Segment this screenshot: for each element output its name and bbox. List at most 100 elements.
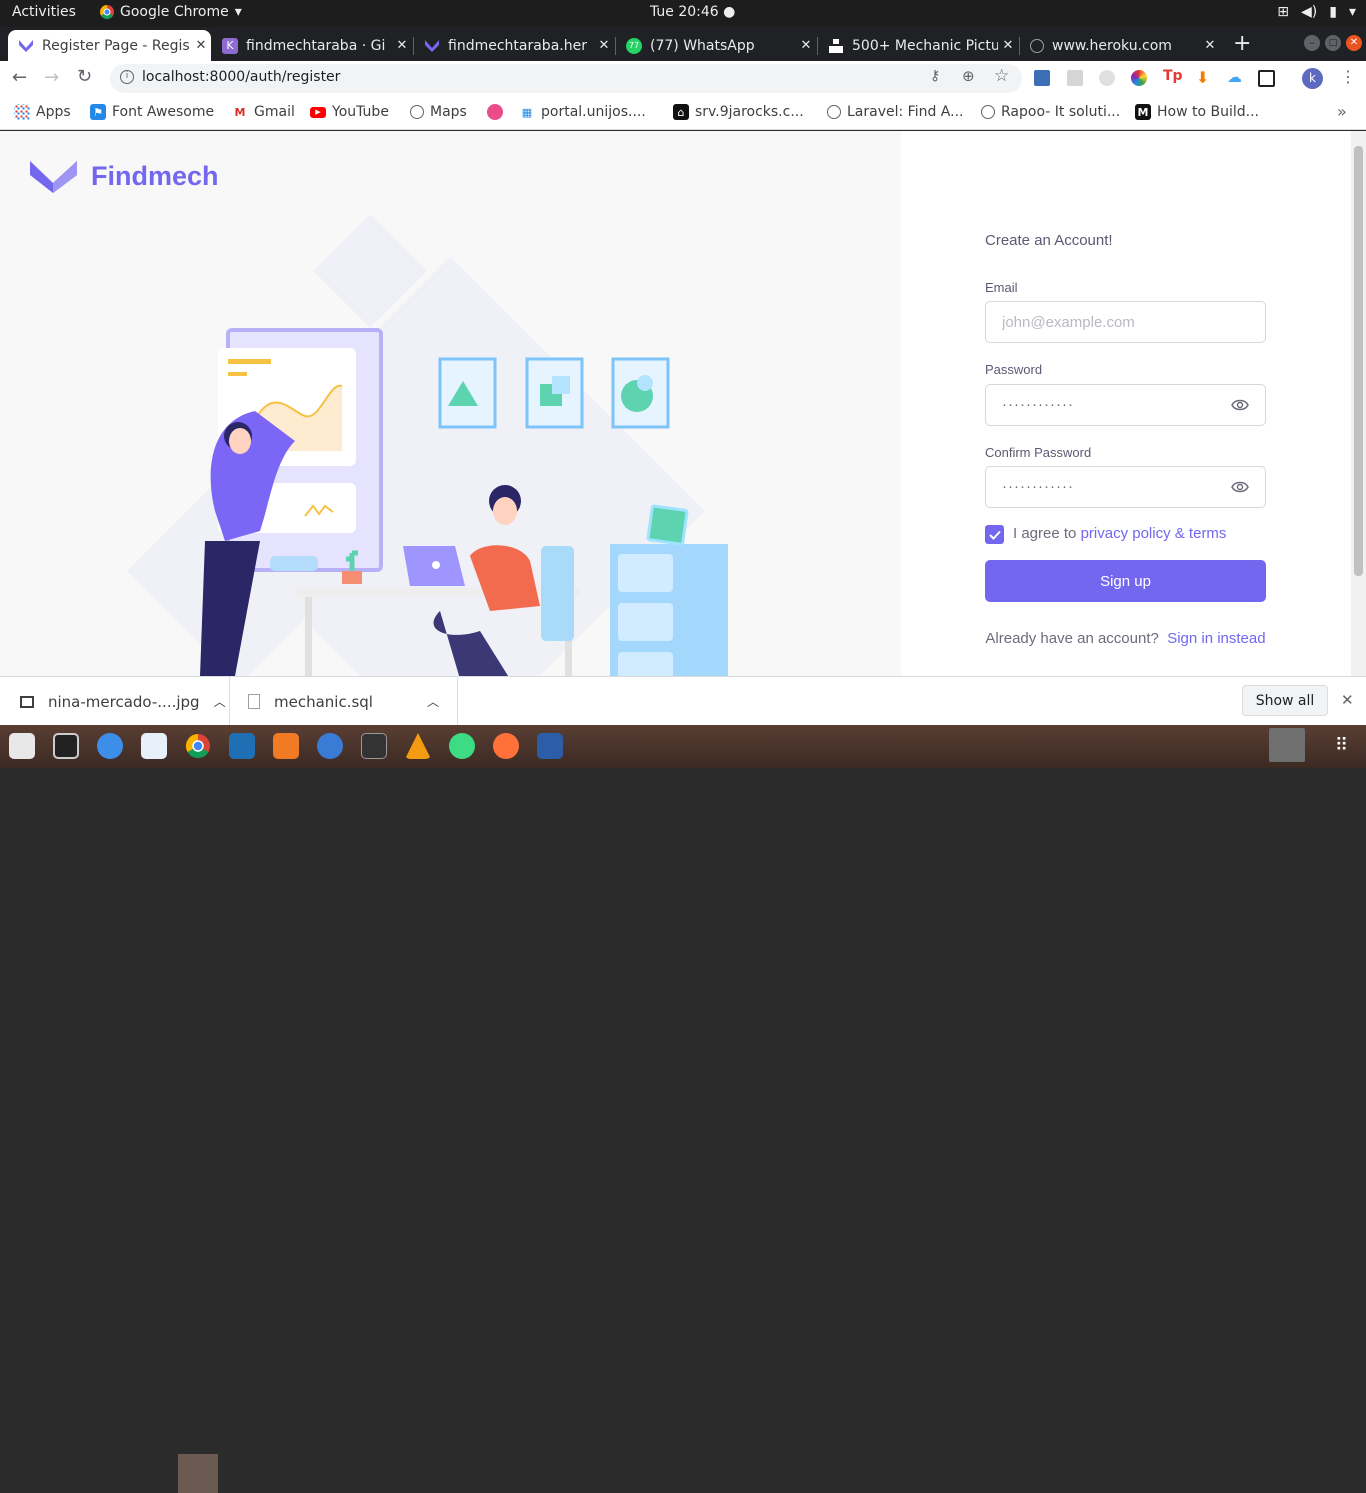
portal-icon: ▦ [521, 105, 533, 119]
chevron-up-icon[interactable]: ︿ [214, 693, 226, 710]
show-applications-icon[interactable]: ⠿ [1335, 735, 1348, 756]
maximize-button[interactable]: □ [1325, 35, 1341, 51]
globe-icon [1030, 38, 1044, 53]
close-icon[interactable]: ✕ [1200, 38, 1220, 53]
tab-register-page[interactable]: Register Page - Regis ✕ [8, 30, 211, 61]
address-bar[interactable]: i localhost:8000/auth/register ⚷ ⊕ ☆ [110, 64, 1022, 93]
new-tab-button[interactable]: + [1233, 31, 1251, 56]
tab-github[interactable]: K findmechtaraba · Gi ✕ [212, 30, 412, 61]
bookmark-srv-9jarocks[interactable]: ⌂ srv.9jarocks.c... [673, 104, 804, 120]
back-arrow-icon[interactable]: ← [12, 67, 27, 88]
kebab-menu-icon[interactable]: ⋮ [1340, 67, 1356, 86]
vlc-icon[interactable] [405, 733, 431, 759]
sign-up-button[interactable]: Sign up [985, 560, 1266, 602]
illustration-pane: Findmech [0, 131, 901, 676]
workspace-switcher[interactable] [1269, 728, 1305, 762]
close-icon[interactable]: ✕ [796, 38, 816, 53]
document-file-icon [248, 694, 260, 709]
tp-extension-icon[interactable]: Tp [1163, 68, 1183, 84]
download-item[interactable]: nina-mercado-....jpg ︿ [0, 677, 230, 726]
color-picker-extension-icon[interactable] [1131, 70, 1147, 86]
terminal-icon[interactable] [361, 733, 387, 759]
bookmark-rapoo[interactable]: Rapoo- It soluti... [981, 104, 1120, 120]
bookmark-portal-unijos[interactable]: ▦ portal.unijos.... [519, 104, 646, 120]
download-extension-icon[interactable]: ⬇ [1196, 68, 1209, 87]
forward-arrow-icon[interactable]: → [44, 67, 59, 88]
help-icon[interactable] [317, 733, 343, 759]
info-icon[interactable]: i [120, 70, 134, 84]
android-studio-icon[interactable] [449, 733, 475, 759]
system-tray[interactable]: ⊞ ◀) ▮ ▾ [1277, 4, 1356, 20]
close-icon[interactable]: ✕ [1341, 691, 1354, 709]
check-icon [988, 530, 1001, 540]
bookmark-how-to-build[interactable]: M How to Build... [1135, 104, 1259, 120]
tab-heroku[interactable]: www.heroku.com ✕ [1020, 30, 1220, 61]
firefox-icon[interactable] [493, 733, 519, 759]
bookmark-maps[interactable]: Maps [410, 104, 467, 120]
youtube-icon: ▶ [310, 106, 326, 118]
thunderbird-icon[interactable] [97, 733, 123, 759]
vscode-icon[interactable] [229, 733, 255, 759]
app-menu[interactable]: Google Chrome ▾ [100, 4, 242, 20]
confirm-password-mask: ············ [1002, 478, 1074, 495]
email-input[interactable] [985, 301, 1266, 343]
software-center-icon[interactable] [273, 733, 299, 759]
tab-whatsapp[interactable]: 77 (77) WhatsApp ✕ [616, 30, 816, 61]
form-title: Create an Account! [985, 232, 1113, 249]
bookmark-dribbble[interactable] [487, 104, 503, 120]
terms-checkbox[interactable] [985, 525, 1004, 544]
privacy-terms-link[interactable]: privacy policy & terms [1081, 525, 1227, 542]
bookmark-gmail[interactable]: M Gmail [232, 104, 295, 120]
close-window-button[interactable]: ✕ [1346, 35, 1362, 51]
extension-icon[interactable] [1099, 70, 1115, 86]
cloud-extension-icon[interactable]: ☁ [1227, 68, 1242, 86]
profile-avatar[interactable]: k [1302, 68, 1323, 89]
bookmark-font-awesome[interactable]: ⚑ Font Awesome [90, 104, 214, 120]
zoom-icon[interactable]: ⊕ [962, 67, 975, 85]
key-icon[interactable]: ⚷ [930, 68, 940, 84]
reload-icon[interactable]: ↻ [77, 66, 92, 87]
chevron-down-icon: ▾ [1348, 4, 1356, 20]
screenshot-extension-icon[interactable] [1258, 70, 1275, 87]
writer-icon[interactable] [141, 733, 167, 759]
close-icon[interactable]: ✕ [191, 38, 211, 53]
chrome-icon[interactable] [185, 733, 211, 759]
scrollbar-thumb[interactable] [1354, 146, 1363, 576]
page-scrollbar[interactable] [1351, 131, 1366, 676]
download-filename: mechanic.sql [274, 692, 373, 711]
download-item[interactable]: mechanic.sql ︿ [230, 677, 458, 726]
files-icon[interactable] [9, 733, 35, 759]
medium-icon: M [1135, 104, 1151, 120]
extension-icon[interactable] [1067, 70, 1083, 86]
tab-mechanic-pictures[interactable]: 500+ Mechanic Pictu ✕ [818, 30, 1018, 61]
eye-icon[interactable] [1231, 480, 1249, 494]
close-icon[interactable]: ✕ [392, 38, 412, 53]
mysql-workbench-icon[interactable] [537, 733, 563, 759]
already-label: Already have an account? [985, 630, 1159, 647]
show-all-button[interactable]: Show all [1242, 685, 1328, 716]
tab-findmech-heroku[interactable]: findmechtaraba.her ✕ [414, 30, 614, 61]
close-icon[interactable]: ✕ [594, 38, 614, 53]
activities-button[interactable]: Activities [12, 4, 76, 20]
tab-title: findmechtaraba · Gi [246, 37, 386, 54]
taskbar-dock: ⠿ [0, 725, 1366, 1493]
bookmark-apps[interactable]: Apps [14, 104, 71, 120]
password-input[interactable]: ············ [985, 384, 1266, 426]
sign-in-prompt: Already have an account? Sign in instead [985, 627, 1266, 650]
close-icon[interactable]: ✕ [998, 38, 1018, 53]
chevron-up-icon[interactable]: ︿ [427, 693, 439, 710]
eye-icon[interactable] [1231, 398, 1249, 412]
bookmarks-overflow-icon[interactable]: » [1337, 102, 1347, 121]
clock[interactable]: Tue 20:46 ● [650, 4, 735, 20]
sign-in-link[interactable]: Sign in instead [1167, 630, 1265, 647]
bookmark-youtube[interactable]: ▶ YouTube [310, 104, 389, 120]
tab-title: (77) WhatsApp [650, 37, 755, 54]
save-extension-icon[interactable] [1034, 70, 1050, 86]
office-illustration [126, 214, 728, 676]
star-icon[interactable]: ☆ [994, 66, 1009, 86]
minimize-button[interactable]: – [1304, 35, 1320, 51]
confirm-password-input[interactable]: ············ [985, 466, 1266, 508]
globe-icon [827, 105, 841, 119]
bookmark-laravel[interactable]: Laravel: Find A... [827, 104, 963, 120]
rhythmbox-icon[interactable] [53, 733, 79, 759]
